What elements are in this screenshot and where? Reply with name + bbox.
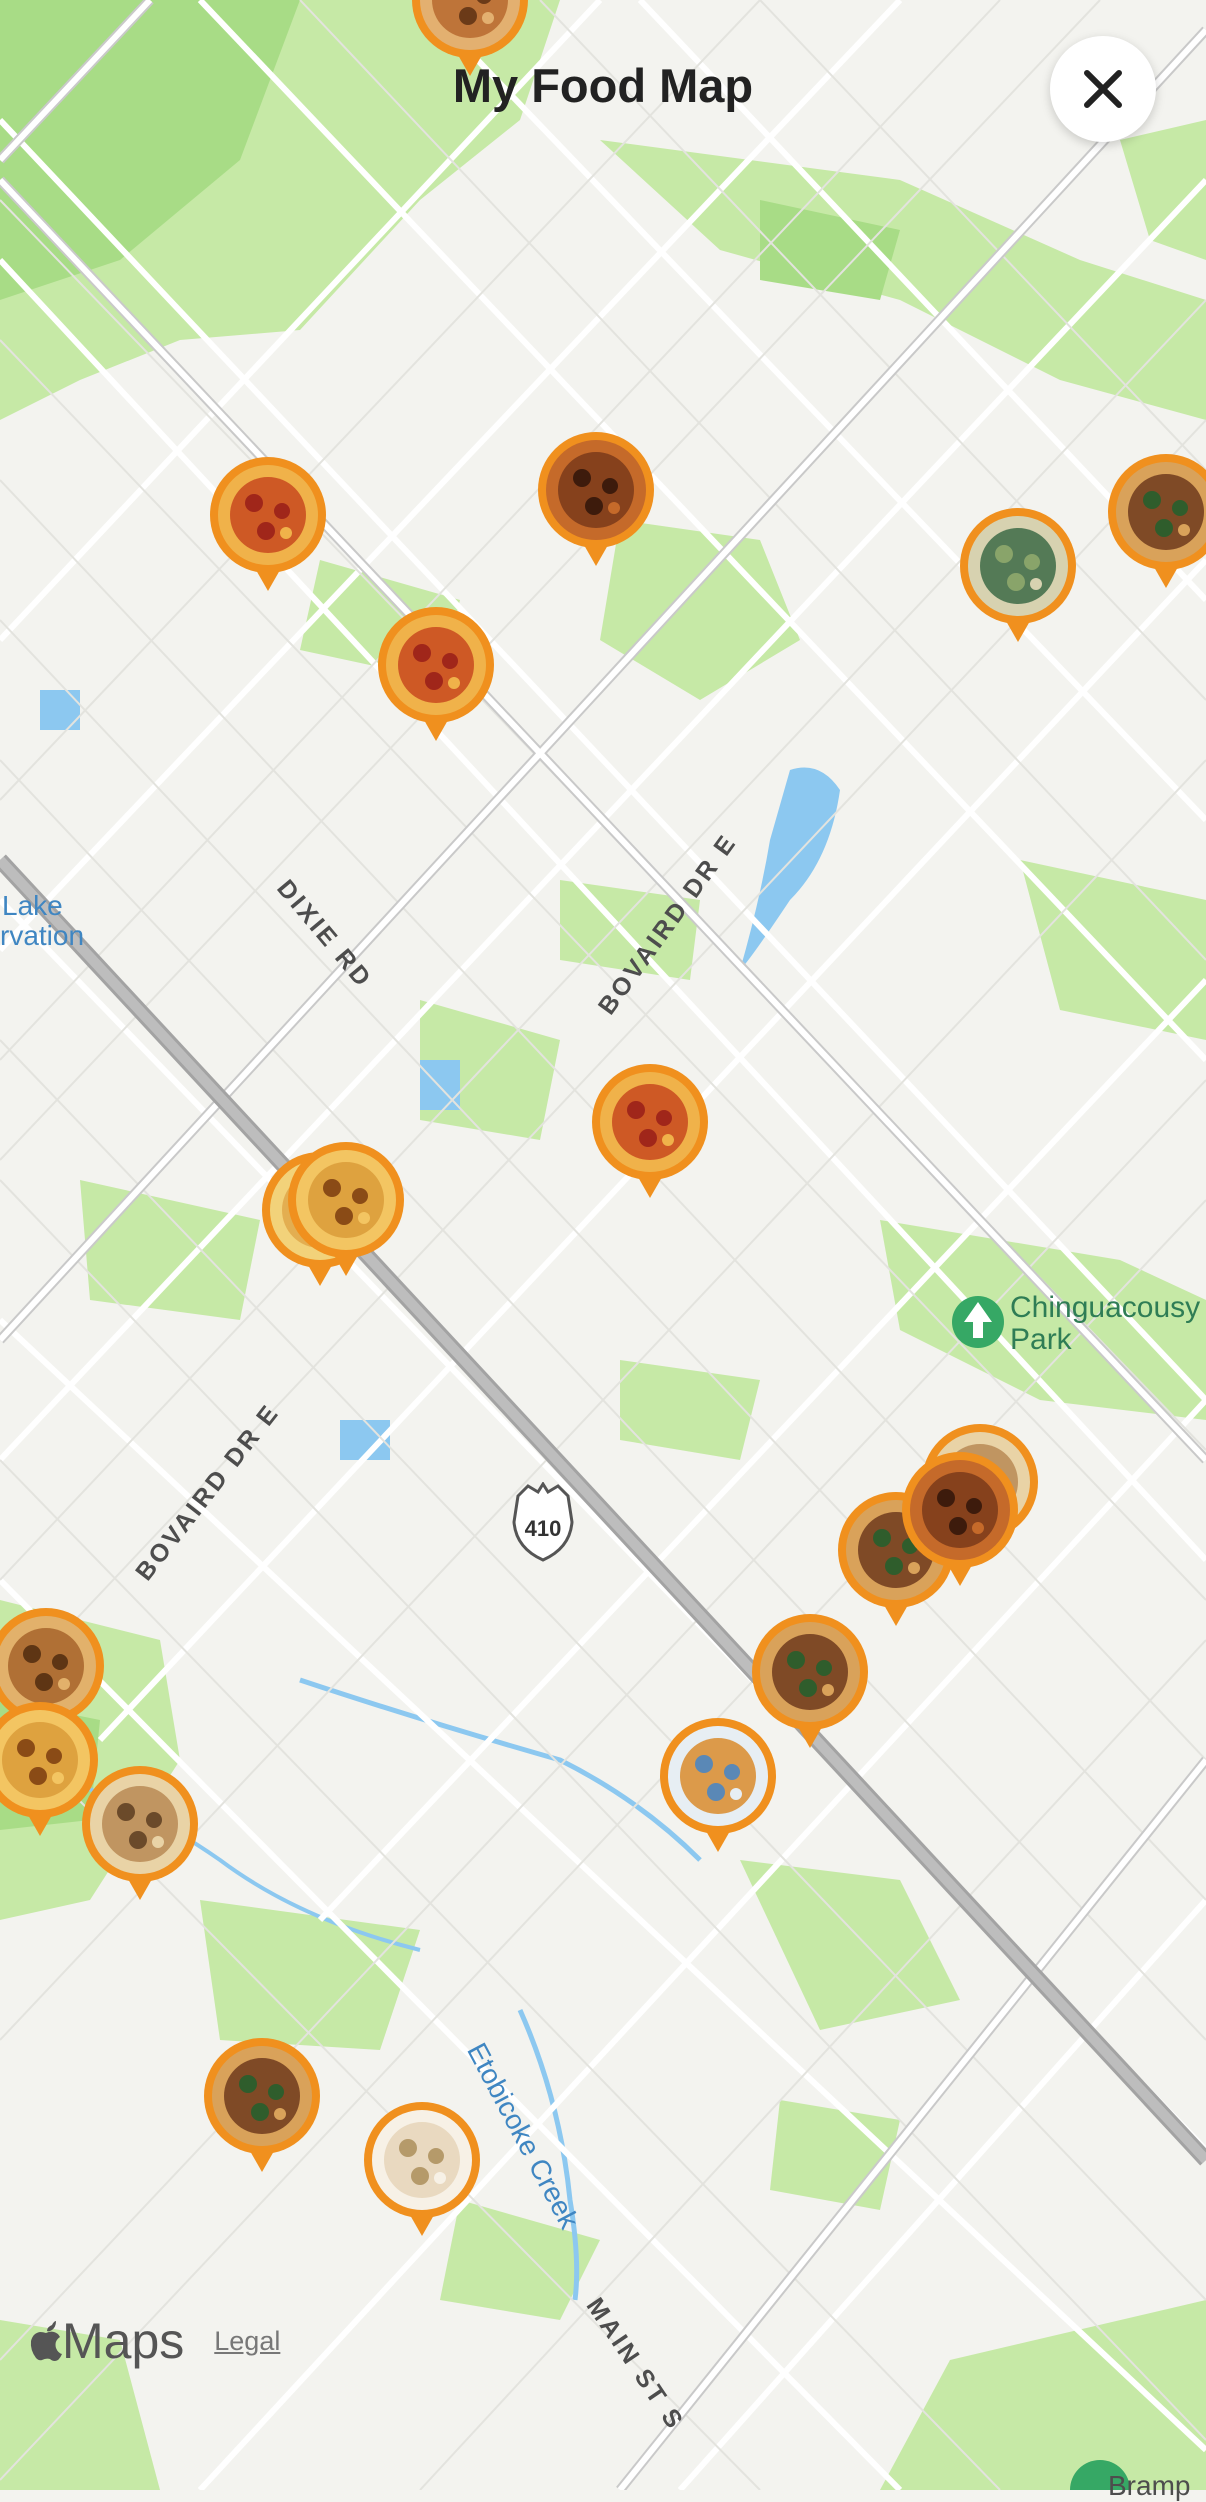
food-photo-thumbnail (660, 1718, 776, 1852)
food-photo-thumbnail (592, 1064, 708, 1198)
apple-maps-logo: Maps (30, 2312, 184, 2370)
food-pin-pizza[interactable] (208, 455, 328, 593)
food-pin-salad[interactable] (958, 506, 1078, 644)
close-icon (1084, 70, 1122, 108)
food-photo-thumbnail (960, 508, 1076, 642)
food-photo-thumbnail (288, 1142, 404, 1276)
map-canvas[interactable] (0, 0, 1206, 2490)
legal-link[interactable]: Legal (214, 2326, 280, 2357)
park-pin-icon (952, 1296, 1004, 1348)
place-label-conservation: rvation (0, 920, 85, 951)
food-pin-pizza[interactable] (376, 605, 496, 743)
food-photo-thumbnail (538, 432, 654, 566)
food-pin-fries[interactable] (286, 1140, 406, 1278)
map-attribution: Maps Legal (30, 2312, 280, 2370)
food-pin-drink[interactable] (658, 1716, 778, 1854)
place-label-brampton: Bramp (1108, 2470, 1191, 2501)
food-photo-thumbnail (902, 1452, 1018, 1586)
food-pin-burger[interactable] (202, 2036, 322, 2174)
food-pin-pizza[interactable] (590, 1062, 710, 1200)
place-label-lake: Lake (2, 890, 63, 921)
page-title: My Food Map (452, 59, 754, 112)
close-button[interactable] (1050, 36, 1156, 142)
food-photo-thumbnail (1108, 454, 1206, 588)
svg-text:410: 410 (525, 1516, 562, 1541)
highway-shield: 410 (510, 1481, 576, 1562)
place-label-park: Chinguacousy Park (1010, 1291, 1201, 1356)
food-pin-sandwich[interactable] (80, 1764, 200, 1902)
food-photo-thumbnail (204, 2038, 320, 2172)
food-photo-thumbnail (378, 607, 494, 741)
food-photo-thumbnail (82, 1766, 198, 1900)
food-photo-thumbnail (364, 2102, 480, 2236)
maps-wordmark: Maps (62, 2313, 185, 2369)
food-pin-wings[interactable] (536, 430, 656, 568)
food-photo-thumbnail (210, 457, 326, 591)
food-pin-dessert[interactable] (362, 2100, 482, 2238)
food-pin-wings[interactable] (900, 1450, 1020, 1588)
food-pin-burger[interactable] (1106, 452, 1206, 590)
apple-logo-icon (30, 2321, 62, 2361)
